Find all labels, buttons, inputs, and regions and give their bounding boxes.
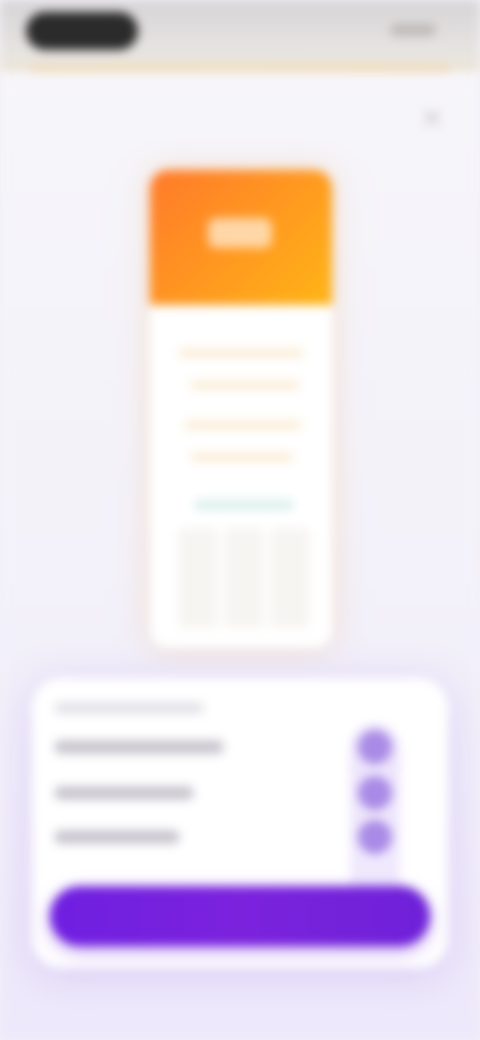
preview-card-header (150, 170, 332, 305)
feature-row (54, 740, 224, 754)
preview-line (194, 500, 294, 510)
preview-column (270, 528, 310, 628)
close-icon (423, 109, 441, 127)
feature-row (54, 786, 194, 800)
close-button[interactable] (418, 104, 446, 132)
preview-line (190, 380, 300, 390)
check-icon (358, 730, 392, 764)
status-divider (30, 66, 450, 72)
continue-button[interactable] (50, 886, 430, 946)
check-icon (358, 776, 392, 810)
status-time-pill (26, 12, 138, 50)
preview-card (150, 170, 332, 648)
feature-row (54, 830, 180, 844)
plan-panel (32, 678, 448, 968)
preview-line (190, 452, 294, 462)
preview-column (224, 528, 264, 628)
preview-line (178, 348, 304, 358)
check-icon (358, 820, 392, 854)
preview-line (184, 420, 302, 430)
panel-heading (54, 702, 204, 714)
screen (0, 0, 480, 1040)
status-indicators (390, 24, 436, 36)
preview-column (178, 528, 218, 628)
status-bar (0, 0, 480, 72)
preview-card-badge (208, 218, 272, 248)
